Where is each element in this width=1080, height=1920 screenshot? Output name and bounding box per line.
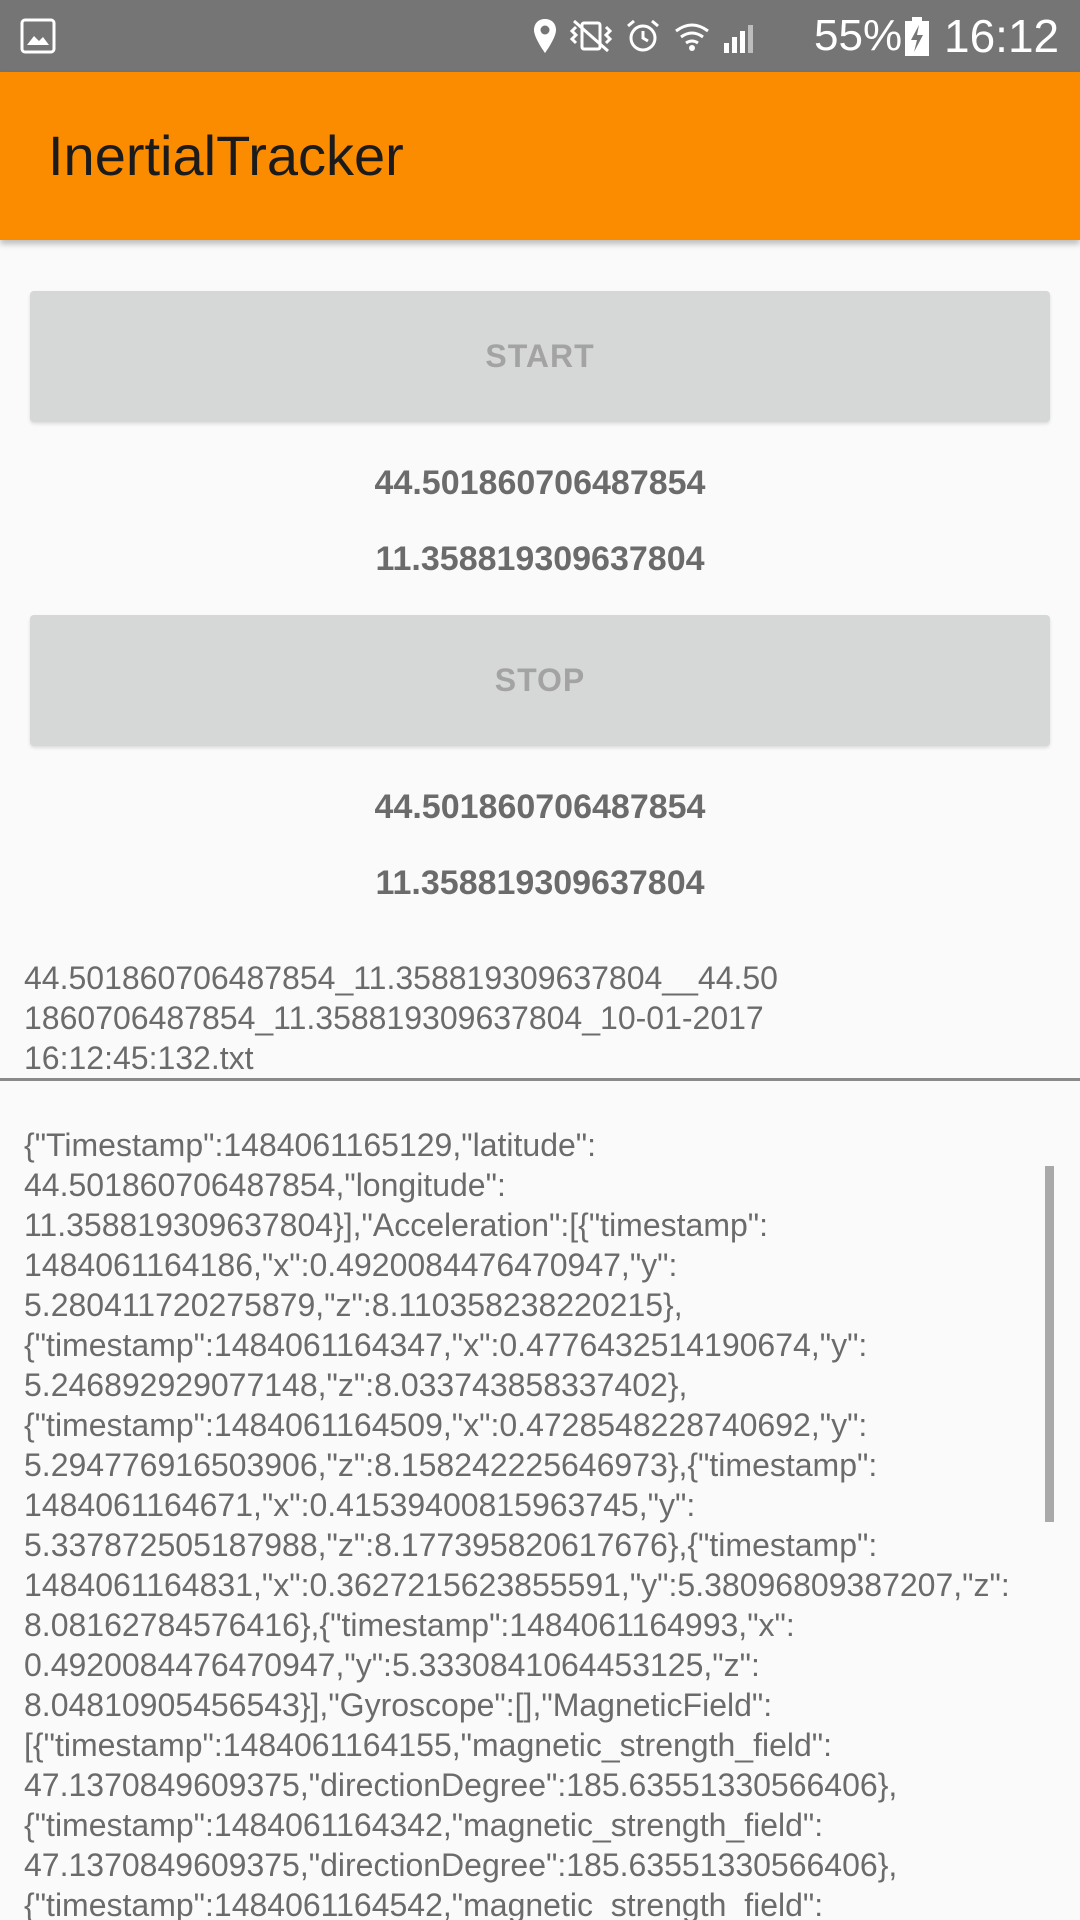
start-longitude: 11.358819309637804 xyxy=(375,540,705,578)
json-line: 1484061164186,"x":0.4920084476470947,"y"… xyxy=(24,1247,678,1283)
json-line: 47.1370849609375,"directionDegree":185.6… xyxy=(24,1847,898,1883)
json-line: [{"timestamp":1484061164155,"magnetic_st… xyxy=(24,1727,833,1763)
json-line: {"Timestamp":1484061165129,"latitude": xyxy=(24,1127,597,1163)
signal-icon xyxy=(724,25,753,53)
status-bar: 55% 16:12 xyxy=(0,0,1080,72)
start-button[interactable]: START xyxy=(30,291,1050,422)
json-line: 1484061164831,"x":0.3627215623855591,"y"… xyxy=(24,1567,1010,1603)
stop-button[interactable]: STOP xyxy=(30,615,1050,746)
json-line: 47.1370849609375,"directionDegree":185.6… xyxy=(24,1767,898,1803)
json-line: 11.358819309637804}],"Acceleration":[{"t… xyxy=(24,1207,769,1243)
json-line: 5.246892929077148,"z":8.033743858337402}… xyxy=(24,1367,688,1403)
json-log-view[interactable]: {"Timestamp":1484061165129,"latitude": 4… xyxy=(24,1125,1056,1920)
scrollbar[interactable] xyxy=(1045,1166,1054,1522)
json-line: 5.337872505187988,"z":8.177395820617676}… xyxy=(24,1527,878,1563)
json-line: 44.501860706487854,"longitude": xyxy=(24,1167,506,1203)
wifi-icon xyxy=(675,23,709,51)
alarm-icon xyxy=(627,19,659,52)
battery-percentage: 55% xyxy=(814,11,903,60)
json-line: {"timestamp":1484061164347,"x":0.4776432… xyxy=(24,1327,868,1363)
app-bar: InertialTracker xyxy=(0,72,1080,240)
divider xyxy=(0,1078,1080,1081)
json-line: 5.280411720275879,"z":8.110358238220215}… xyxy=(24,1287,683,1323)
app-title: InertialTracker xyxy=(48,124,404,187)
json-line: 8.08162784576416},{"timestamp":148406116… xyxy=(24,1607,795,1643)
json-line: 5.294776916503906,"z":8.158242225646973}… xyxy=(24,1447,878,1483)
gallery-icon xyxy=(20,18,56,54)
json-line: {"timestamp":1484061164542,"magnetic_str… xyxy=(24,1887,824,1920)
filename-line: 16:12:45:132.txt xyxy=(24,1040,254,1076)
json-line: {"timestamp":1484061164342,"magnetic_str… xyxy=(24,1807,824,1843)
stop-latitude: 44.501860706487854 xyxy=(374,788,706,826)
json-line: {"timestamp":1484061164509,"x":0.4728548… xyxy=(24,1407,868,1443)
start-latitude: 44.501860706487854 xyxy=(374,464,706,502)
clock: 16:12 xyxy=(944,10,1060,62)
filename-line: 1860706487854_11.358819309637804_10-01-2… xyxy=(24,1000,764,1036)
status-icons xyxy=(532,14,760,58)
json-line: 8.04810905456543}],"Gyroscope":[],"Magne… xyxy=(24,1687,773,1723)
stop-longitude: 11.358819309637804 xyxy=(375,864,705,902)
log-filename: 44.501860706487854_11.358819309637804__4… xyxy=(24,958,1064,1078)
battery-charging-icon xyxy=(905,17,929,56)
json-line: 0.4920084476470947,"y":5.333084106445312… xyxy=(24,1647,760,1683)
filename-line: 44.501860706487854_11.358819309637804__4… xyxy=(24,960,778,996)
vibrate-mute-icon xyxy=(569,19,613,53)
json-line: 1484061164671,"x":0.41539400815963745,"y… xyxy=(24,1487,696,1523)
location-icon xyxy=(534,19,556,53)
